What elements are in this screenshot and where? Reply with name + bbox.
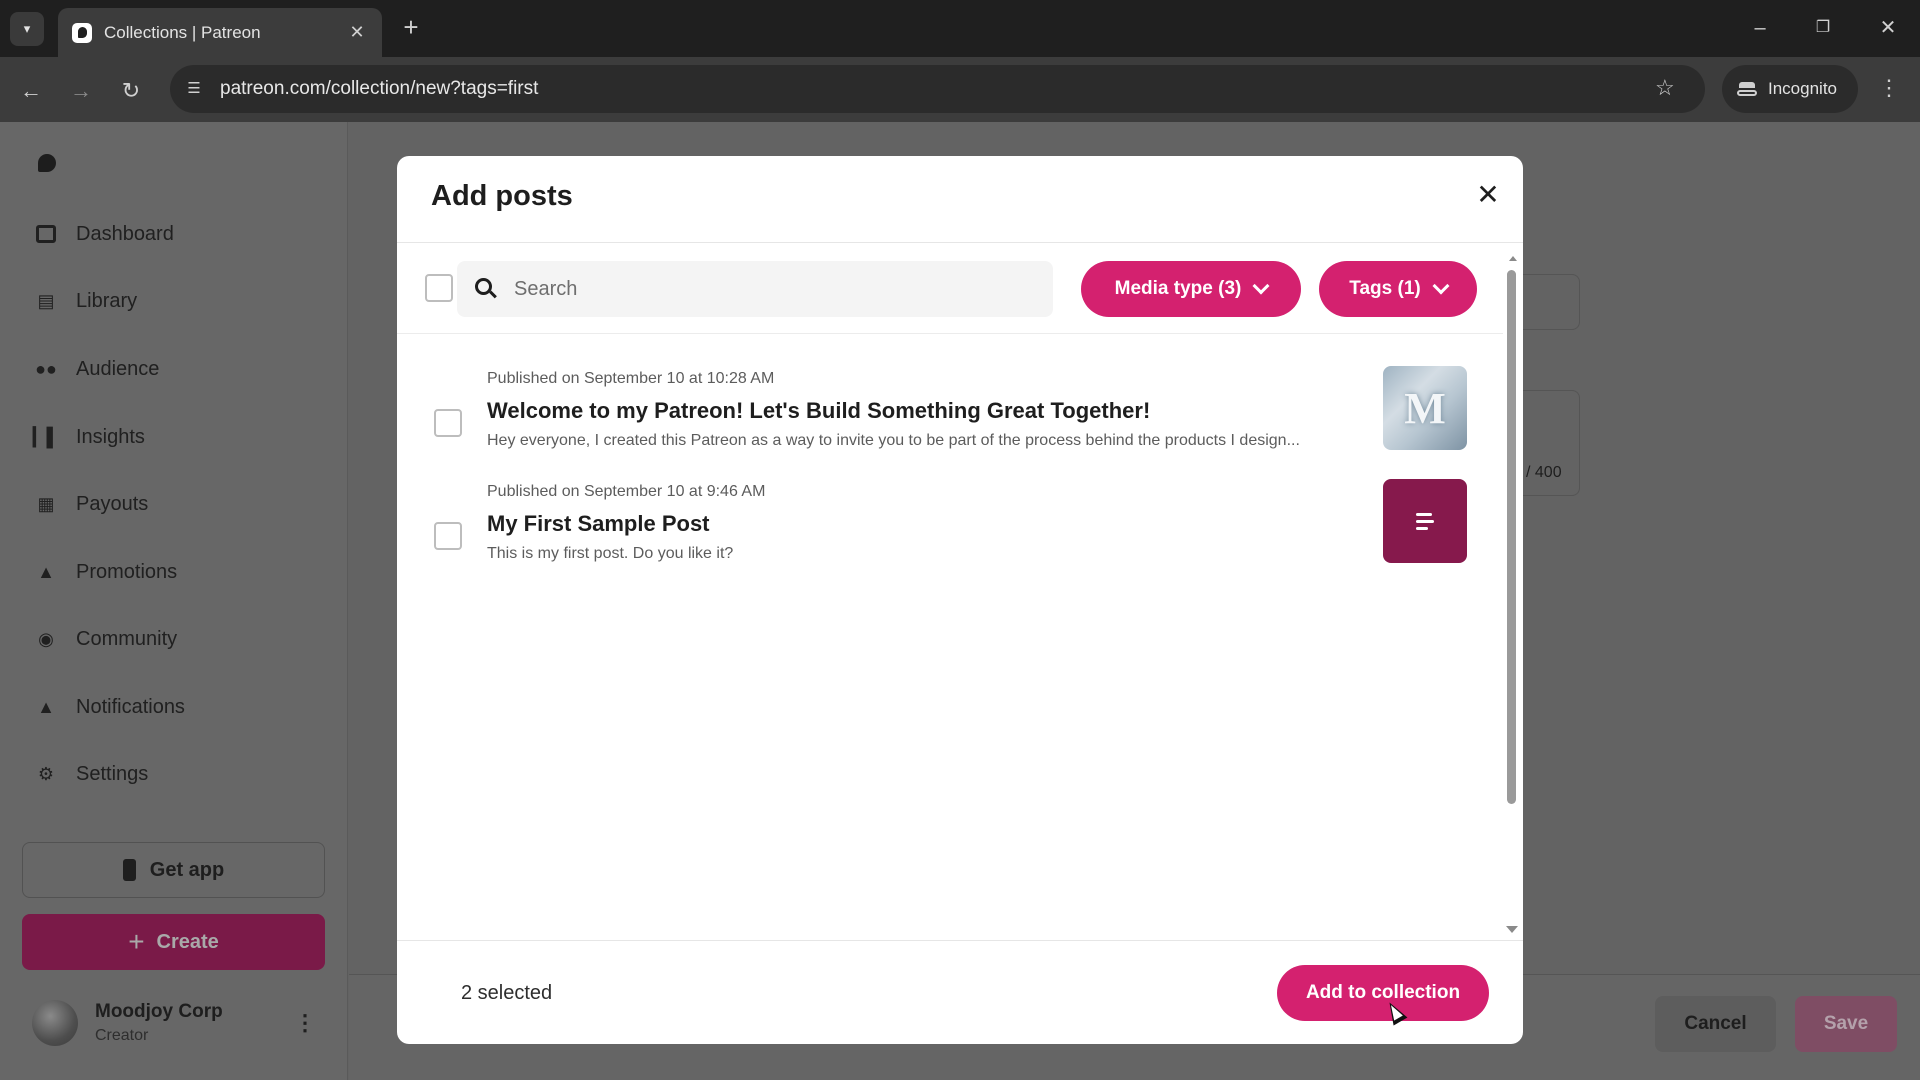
sidebar-item-insights[interactable]: ▎▌ Insights [32,422,145,452]
bookmark-star-icon[interactable]: ☆ [1655,75,1675,101]
close-icon[interactable]: ✕ [1469,176,1507,214]
sidebar-item-label: Library [76,289,138,312]
post-title: My First Sample Post [487,511,710,536]
monogram-icon: M [1404,383,1446,433]
add-posts-modal: Add posts ✕ Media type (3) Tags (1) Publ… [397,156,1523,1044]
restore-icon[interactable]: ❐ [1803,12,1843,44]
window-close-icon[interactable]: ✕ [1868,12,1908,44]
selected-count: 2 selected [461,982,553,1004]
browser-tab[interactable]: Collections | Patreon ✕ [58,8,382,57]
scrollbar-thumb[interactable] [1507,270,1516,804]
sidebar-item-dashboard[interactable]: Dashboard [34,219,174,249]
forward-icon[interactable]: → [62,72,100,110]
select-all-checkbox[interactable] [425,274,453,302]
sidebar-item-label: Audience [76,357,160,380]
back-icon[interactable]: ← [12,72,50,110]
sidebar-item-settings[interactable]: ⚙ Settings [34,759,148,789]
sidebar-item-audience[interactable]: ●● Audience [34,354,159,384]
chat-icon: ◉ [38,628,54,649]
payouts-icon: ▦ [37,493,55,514]
divider [397,333,1503,334]
scroll-down-icon[interactable] [1506,926,1518,933]
post-checkbox[interactable] [434,409,462,437]
media-type-filter-button[interactable]: Media type (3) [1081,261,1301,317]
new-tab-button[interactable]: + [395,12,427,44]
dashboard-icon [34,222,58,246]
megaphone-icon: ▲ [37,561,55,582]
search-box[interactable] [457,261,1053,317]
add-to-collection-button[interactable]: Add to collection [1277,965,1489,1021]
scrollbar[interactable] [1505,256,1518,946]
phone-icon [122,859,136,881]
bell-icon: ▲ [37,696,55,717]
post-excerpt: Hey everyone, I created this Patreon as … [487,432,1300,449]
post-thumbnail-image: M [1383,366,1467,450]
divider [397,940,1523,941]
sidebar-item-library[interactable]: ▤ Library [34,286,137,316]
sidebar-item-community[interactable]: ◉ Community [34,624,177,654]
search-input[interactable] [514,261,1034,317]
patreon-logo-icon[interactable] [36,154,58,178]
post-checkbox[interactable] [434,522,462,550]
post-date: Published on September 10 at 10:28 AM [487,370,775,387]
divider [397,242,1523,243]
create-button[interactable]: + Create [22,914,325,970]
incognito-label: Incognito [1768,79,1837,98]
browser-menu-icon[interactable]: ⋮ [1878,75,1900,101]
scroll-up-icon[interactable] [1509,256,1517,261]
incognito-icon [1736,82,1758,96]
patreon-favicon-icon [72,22,92,43]
list-item[interactable]: Published on September 10 at 10:28 AM We… [397,366,1503,466]
library-icon: ▤ [37,290,55,311]
search-icon [475,278,497,300]
tab-title: Collections | Patreon [104,22,261,42]
avatar[interactable] [32,1000,78,1046]
user-menu-icon[interactable]: ⋮ [294,1010,316,1036]
tab-close-icon[interactable]: ✕ [346,22,368,43]
sidebar-item-promotions[interactable]: ▲ Promotions [34,557,177,587]
sidebar-item-label: Community [76,627,178,650]
list-item[interactable]: Published on September 10 at 9:46 AM My … [397,479,1503,579]
sidebar-item-label: Dashboard [76,222,174,245]
reload-icon[interactable]: ↻ [112,72,150,110]
post-title: Welcome to my Patreon! Let's Build Somet… [487,398,1151,423]
media-type-filter-label: Media type (3) [1114,278,1242,299]
gear-icon: ⚙ [37,763,55,784]
save-button[interactable]: Save [1795,996,1897,1052]
text-post-icon [1383,479,1467,563]
sidebar-item-notifications[interactable]: ▲ Notifications [34,692,185,722]
chevron-down-icon [1432,277,1450,295]
tags-filter-button[interactable]: Tags (1) [1319,261,1477,317]
sidebar: Dashboard ▤ Library ●● Audience ▎▌ Insig… [0,122,348,1080]
sidebar-item-payouts[interactable]: ▦ Payouts [34,489,148,519]
url-text[interactable]: patreon.com/collection/new?tags=first [220,77,538,101]
user-name: Moodjoy Corp [95,1001,223,1022]
insights-icon: ▎▌ [32,426,60,447]
sidebar-item-label: Promotions [76,560,178,583]
get-app-button[interactable]: Get app [22,842,325,898]
tab-list-button[interactable]: ▾ [10,12,44,46]
background-title-field [1520,274,1580,330]
sidebar-item-label: Settings [76,762,149,785]
incognito-indicator[interactable]: Incognito [1722,65,1858,113]
minimize-icon[interactable]: – [1740,12,1780,44]
sidebar-item-label: Notifications [76,695,185,718]
chevron-down-icon [1252,277,1270,295]
browser-tab-bar: ▾ Collections | Patreon ✕ + – ❐ ✕ [0,0,1920,57]
character-count: / 400 [1526,464,1562,481]
modal-title: Add posts [431,180,573,212]
audience-icon: ●● [35,358,57,379]
post-date: Published on September 10 at 9:46 AM [487,483,766,500]
post-excerpt: This is my first post. Do you like it? [487,545,734,562]
plus-icon: + [128,926,145,957]
tags-filter-label: Tags (1) [1349,278,1421,299]
cancel-button[interactable]: Cancel [1655,996,1776,1052]
get-app-label: Get app [149,858,225,881]
user-role: Creator [95,1027,149,1044]
site-info-icon[interactable]: ☰ [182,77,206,101]
sidebar-item-label: Payouts [76,492,149,515]
sidebar-item-label: Insights [76,425,145,448]
create-label: Create [156,930,219,953]
